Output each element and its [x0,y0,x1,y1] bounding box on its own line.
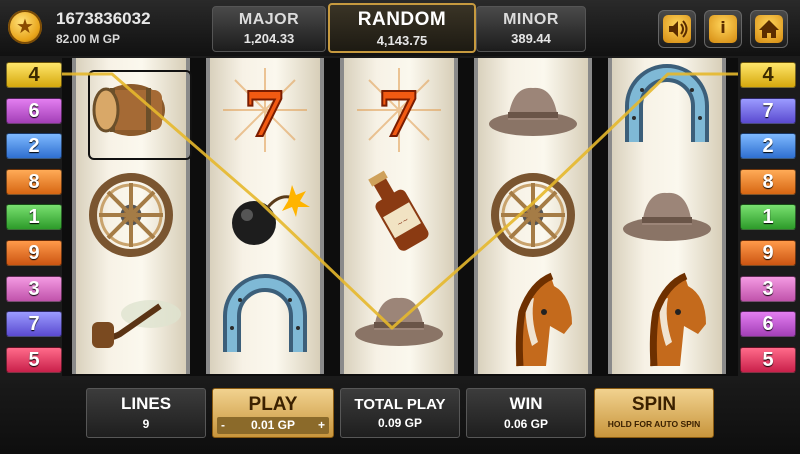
horseshoe-icon [210,268,320,372]
jackpot-random-label: RANDOM [357,9,447,30]
account-id: 1673836032 [56,9,151,28]
horse-icon [612,268,722,372]
payline-6-indicator[interactable]: 6 [6,97,62,124]
jackpot-minor-value: 389.44 [511,31,551,46]
payline-4-indicator[interactable]: 4 [6,62,62,88]
payline-8-indicator[interactable]: 8 [740,168,796,195]
payline-6-indicator[interactable]: 6 [740,311,796,338]
hat-icon [344,268,454,372]
svg-text:7: 7 [377,78,420,151]
speaker-icon [669,20,688,38]
jackpot-major: MAJOR 1,204.33 [212,6,326,52]
payline-7-indicator[interactable]: 7 [740,97,796,124]
home-button[interactable] [750,10,788,48]
jackpot-major-value: 1,204.33 [243,31,295,46]
reel-5 [608,58,726,374]
payline-7-indicator[interactable]: 7 [6,311,62,338]
payline-5-indicator[interactable]: 5 [740,346,796,373]
reel-4 [474,58,592,374]
win-value: 0.06 GP [503,417,549,431]
payline-1-indicator[interactable]: 1 [740,204,796,231]
barrel-icon [76,58,192,162]
reel-2: 7 [206,58,324,374]
wheel-icon [76,163,186,267]
reel-area: 7 7 ~~ [62,58,738,376]
reel-1 [72,58,192,374]
jackpot-random-value: 4,143.75 [376,33,428,48]
info-icon: i [720,18,726,37]
sound-button[interactable] [658,10,696,48]
payline-9-indicator[interactable]: 9 [6,240,62,266]
payline-9-indicator[interactable]: 9 [740,240,796,266]
total-play-label: TOTAL PLAY [354,396,446,413]
bet-increase-button[interactable]: + [318,417,325,434]
payline-3-indicator[interactable]: 3 [6,275,62,302]
lines-label: LINES [120,394,172,413]
account-balance: 82.00 M GP [56,32,121,46]
play-bet-control: PLAY 0.01 GP - + [212,388,334,438]
payline-2-indicator[interactable]: 2 [740,133,796,160]
pipe-icon [76,268,186,372]
total-play-display: TOTAL PLAY 0.09 GP [340,388,460,438]
payline-8-indicator[interactable]: 8 [6,168,62,195]
svg-text:7: 7 [243,78,286,151]
play-label: PLAY [248,394,298,415]
payline-3-indicator[interactable]: 3 [740,275,796,302]
wheel-icon [478,163,588,267]
lines-value: 9 [142,417,150,431]
hat-icon [612,163,722,267]
coin-star-icon: ★ [8,10,42,44]
lines-button[interactable]: LINES 9 [86,388,206,438]
whiskey-icon: ~~ [344,163,454,267]
winning-symbol-frame [88,70,192,160]
win-display: WIN 0.06 GP [466,388,586,438]
jackpot-major-label: MAJOR [238,11,300,28]
seven-icon: 7 [344,58,454,162]
win-label: WIN [509,394,543,413]
jackpot-random: RANDOM 4,143.75 [328,3,476,53]
horse-icon [478,268,588,372]
spin-button[interactable]: SPIN HOLD FOR AUTO SPIN [594,388,714,438]
info-button[interactable]: i [704,10,742,48]
payline-2-indicator[interactable]: 2 [6,133,62,160]
jackpot-minor: MINOR 389.44 [476,6,586,52]
payline-5-indicator[interactable]: 5 [6,346,62,373]
seven-icon: 7 [210,58,320,162]
hat-icon [478,58,588,162]
home-icon [759,20,779,38]
bet-decrease-button[interactable]: - [221,417,225,434]
jackpot-minor-label: MINOR [503,11,559,28]
bomb-icon [210,163,320,267]
horseshoe-icon [612,58,722,162]
play-value: 0.01 GP [250,418,296,432]
spin-label: SPIN [631,394,677,415]
reel-3: 7 ~~ [340,58,458,374]
payline-4-indicator[interactable]: 4 [740,62,796,88]
total-play-value: 0.09 GP [377,416,423,430]
payline-1-indicator[interactable]: 1 [6,204,62,231]
spin-hint: HOLD FOR AUTO SPIN [607,419,701,429]
